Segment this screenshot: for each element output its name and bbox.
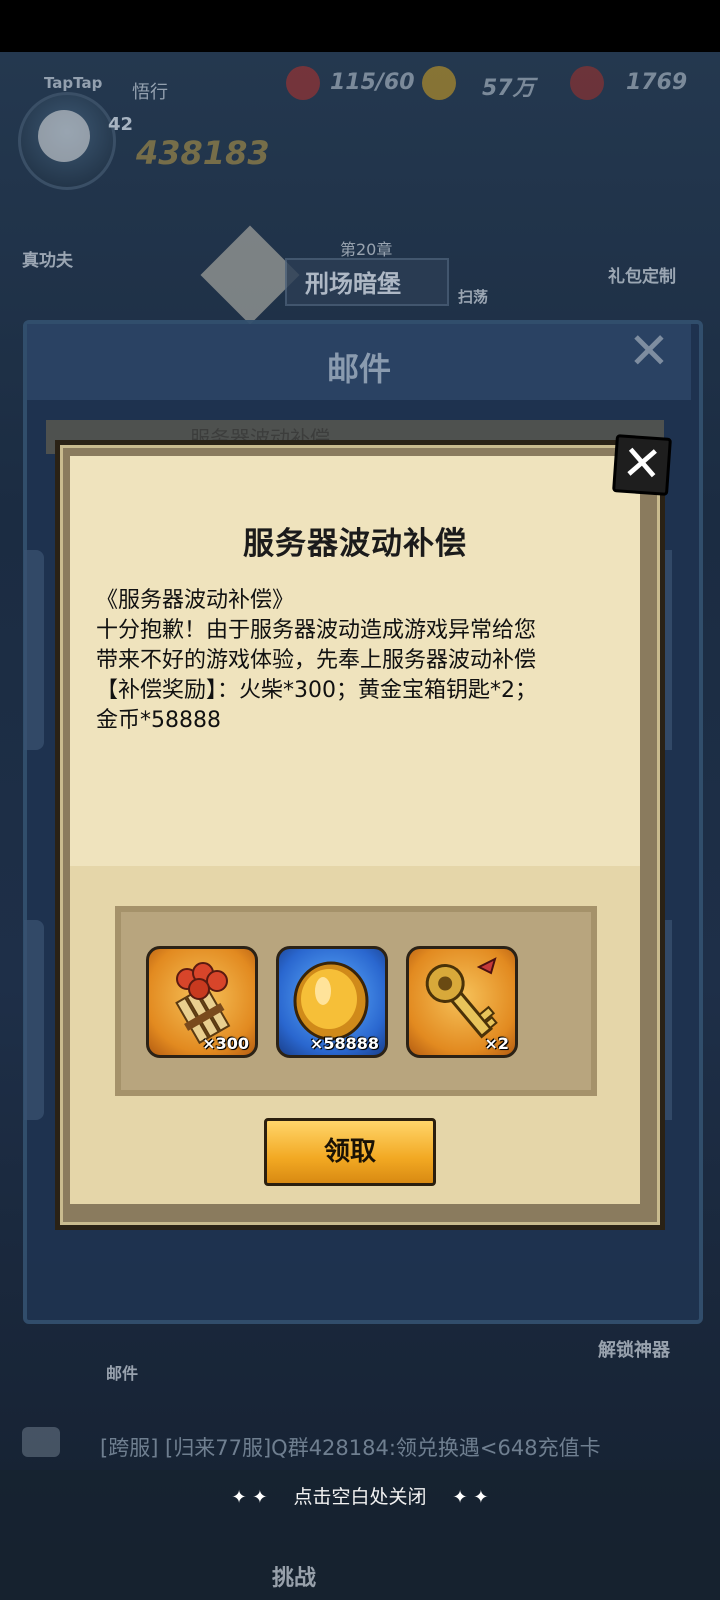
sparkle-icon: ✦ ✦ [231, 1487, 268, 1508]
unlock-artifact-label[interactable]: 解锁神器 [598, 1336, 670, 1362]
stamina-icon [286, 66, 320, 100]
reward-item-matches[interactable]: ×300 [146, 946, 258, 1058]
platform-label: TapTap [44, 74, 103, 92]
sweep-button[interactable]: 扫荡 [458, 286, 488, 307]
claim-button[interactable]: 领取 [264, 1118, 436, 1186]
reward-qty: ×300 [202, 1034, 249, 1053]
gems-value: 1769 [626, 70, 688, 95]
chapter-number: 第20章 [340, 240, 393, 259]
challenge-tab[interactable]: 挑战 [272, 1560, 316, 1592]
stamina-value: 115/60 [330, 70, 415, 95]
avatar-face [38, 110, 90, 162]
sparkle-icon: ✦ ✦ [452, 1487, 489, 1508]
side-menu-left[interactable]: 真功夫 [22, 246, 73, 271]
chapter-title: 刑场暗堡 [305, 270, 401, 298]
tap-to-close-hint[interactable]: ✦ ✦ 点击空白处关闭 ✦ ✦ [0, 1482, 720, 1509]
coin-icon [422, 66, 456, 100]
player-name: 悟行 [132, 82, 168, 103]
reward-item-golden-key[interactable]: ×2 [406, 946, 518, 1058]
message-line: 十分抱歉！由于服务器波动造成游戏异常给您 [96, 618, 537, 643]
reward-qty: ×2 [484, 1034, 509, 1053]
dialog-close-icon[interactable]: ✕ [612, 434, 672, 496]
chat-icon[interactable] [22, 1427, 60, 1457]
mail-button-label[interactable]: 邮件 [106, 1360, 138, 1384]
mail-panel-title: 邮件 [326, 350, 391, 388]
scrolling-announcement: [跨服] [归来77服]Q群428184:领兑换遇<648充值卡 [100, 1436, 601, 1460]
tap-to-close-text: 点击空白处关闭 [293, 1486, 427, 1508]
mail-close-icon[interactable]: ✕ [628, 326, 670, 376]
message-line: 带来不好的游戏体验，先奉上服务器波动补偿 [96, 648, 537, 673]
gem-icon [570, 66, 604, 100]
dialog-title: 服务器波动补偿 [243, 526, 467, 562]
player-level: 42 [108, 114, 134, 135]
status-bar [0, 0, 720, 52]
mail-side-tab [24, 550, 44, 750]
reward-item-gold-coin[interactable]: ×58888 [276, 946, 388, 1058]
reward-qty: ×58888 [309, 1034, 379, 1053]
message-line: 金币*58888 [96, 708, 221, 733]
mail-side-tab [24, 920, 44, 1120]
combat-power: 438183 [136, 134, 270, 172]
message-line: 【补偿奖励】：火柴*300；黄金宝箱钥匙*2； [96, 678, 537, 703]
coins-value: 57万 [482, 76, 535, 101]
message-line: 《服务器波动补偿》 [96, 588, 295, 613]
dialog-message: 《服务器波动补偿》 十分抱歉！由于服务器波动造成游戏异常给您 带来不好的游戏体验… [96, 586, 636, 736]
gift-customize-button[interactable]: 礼包定制 [608, 262, 676, 287]
